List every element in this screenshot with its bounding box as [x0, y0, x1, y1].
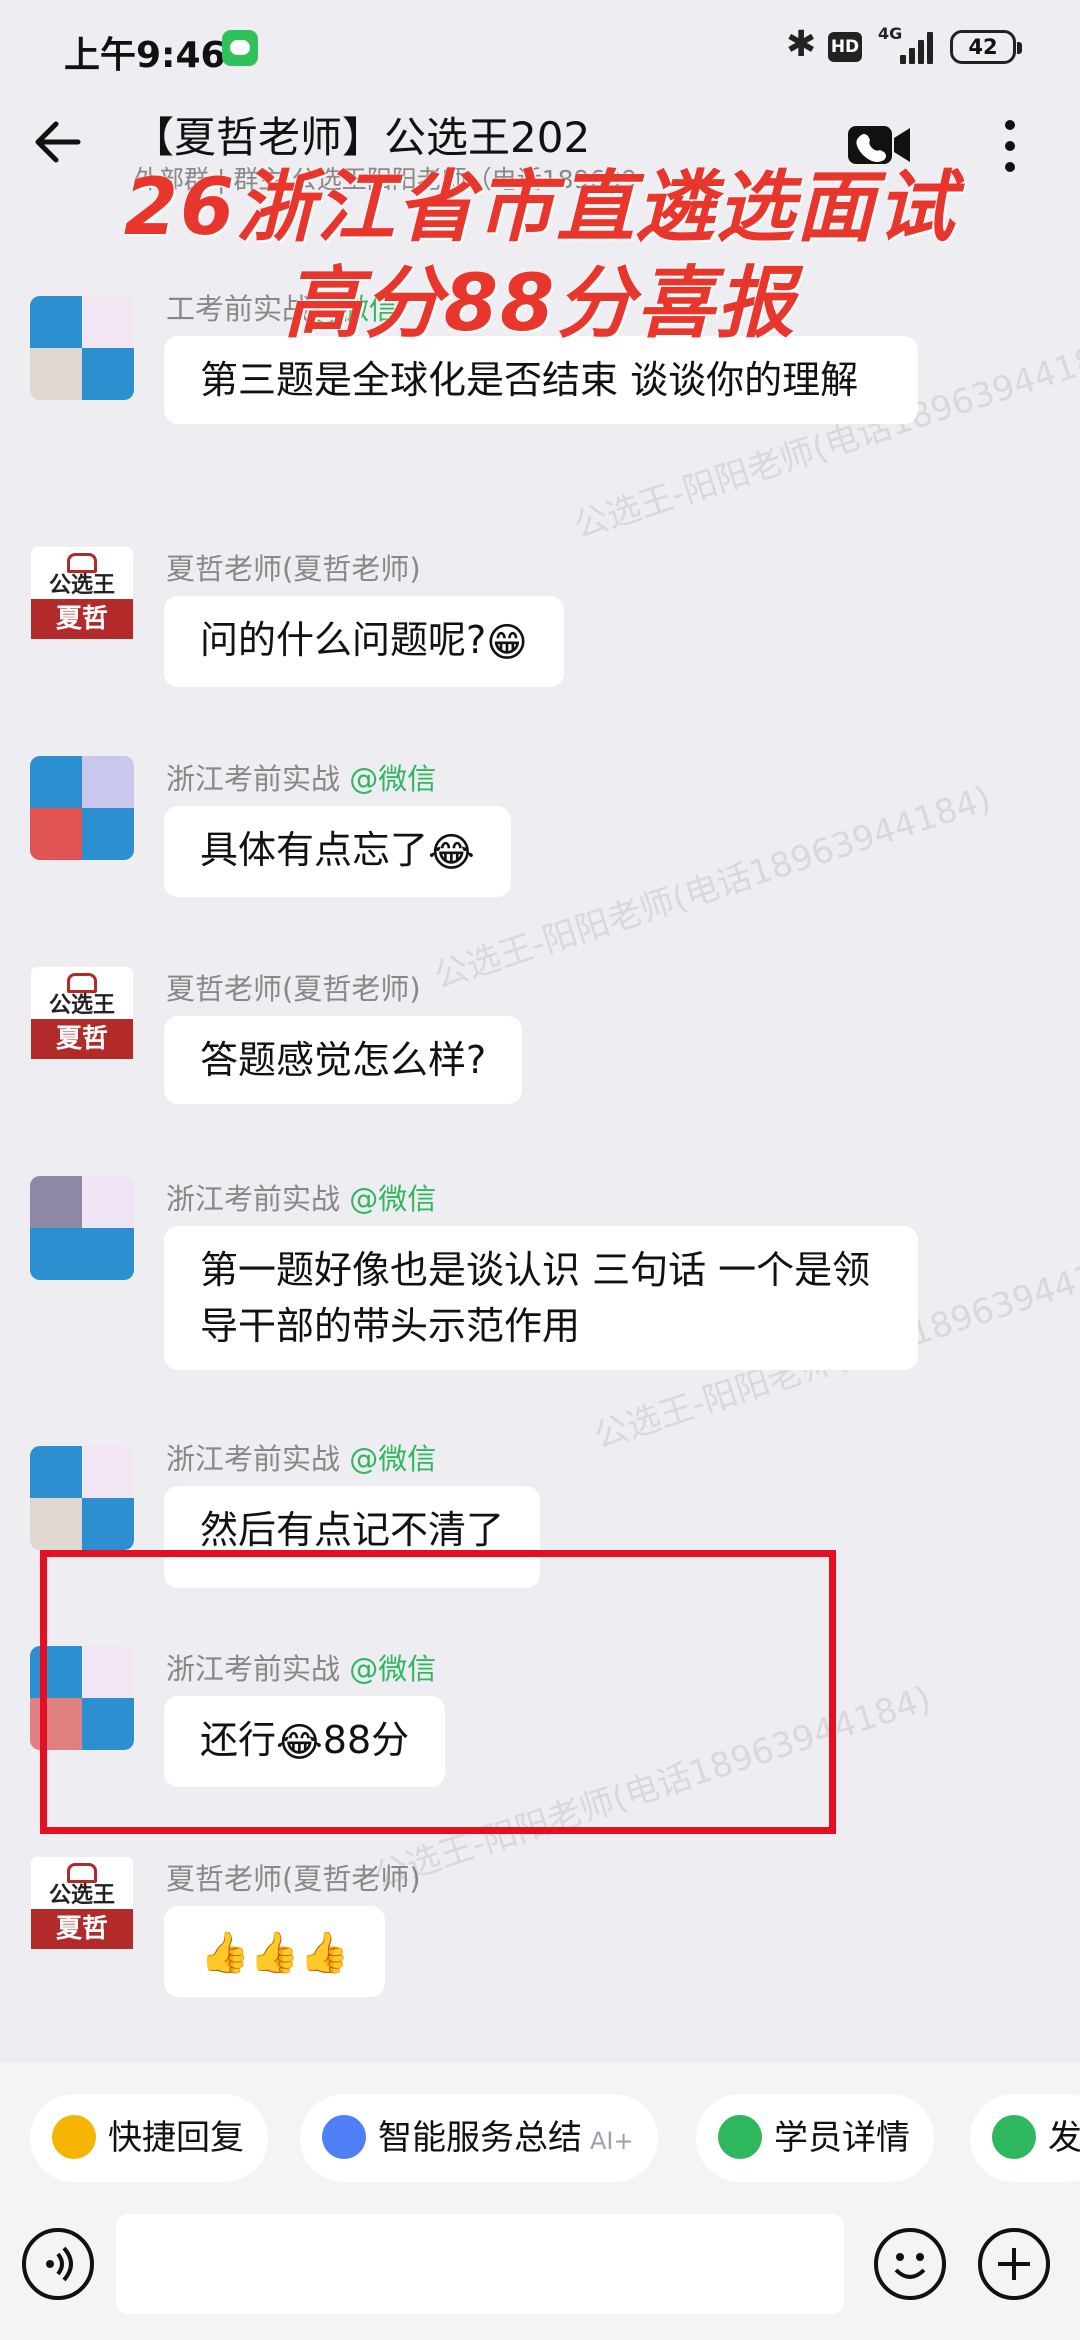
video-call-icon[interactable]	[846, 122, 912, 168]
sender-name: 工考前实战@微信	[166, 292, 399, 326]
sender-name: 夏哲老师(夏哲老师)	[166, 972, 421, 1006]
message-bubble[interactable]: 第三题是全球化是否结束 谈谈你的理解	[164, 336, 918, 424]
more-options-icon[interactable]	[996, 116, 1024, 176]
sender-name: 浙江考前实战 @微信	[166, 1182, 437, 1216]
message-bubble[interactable]: 答题感觉怎么样?	[164, 1016, 523, 1104]
sender-name: 浙江考前实战 @微信	[166, 1652, 437, 1686]
message-bubble[interactable]: 然后有点记不清了	[164, 1486, 541, 1588]
voice-icon[interactable]	[22, 2228, 94, 2300]
sender-name: 浙江考前实战 @微信	[166, 1442, 437, 1476]
network-type: 4G	[878, 24, 903, 43]
avatar[interactable]: 公选王 夏哲	[30, 1856, 134, 1960]
wechat-notification-icon	[222, 30, 258, 66]
send-red-packet-button[interactable]: 发	[970, 2094, 1080, 2182]
quick-reply-icon	[52, 2114, 96, 2159]
watermark: 公选王-阳阳老师(电话18963944184)	[429, 778, 996, 997]
bluetooth-icon: ✱	[786, 24, 817, 65]
status-time: 上午9:46	[64, 35, 226, 76]
message-bubble[interactable]: 问的什么问题呢?😁	[164, 596, 564, 687]
input-bar	[0, 2214, 1080, 2340]
avatar[interactable]	[30, 1646, 134, 1750]
quick-action-bar: 快捷回复 智能服务总结 AI+ 学员详情 发	[0, 2062, 1080, 2214]
sender-name: 夏哲老师(夏哲老师)	[166, 552, 421, 586]
thumbs-up-emoji: 👍👍👍	[200, 1929, 350, 1976]
avatar[interactable]	[30, 756, 134, 860]
message-bubble[interactable]: 第一题好像也是谈认识 三句话 一个是领导干部的带头示范作用	[164, 1226, 918, 1370]
grin-emoji: 😁	[486, 619, 528, 666]
laughing-emoji: 😂	[276, 1719, 323, 1766]
sender-name: 夏哲老师(夏哲老师)	[166, 1862, 421, 1896]
group-title: 【夏哲老师】公选王202	[132, 113, 591, 162]
signal-icon	[900, 30, 936, 64]
avatar[interactable]: 公选王 夏哲	[30, 546, 134, 650]
group-subtitle: 外部群 | 群主:公选王阳阳老师（电话189639	[134, 165, 638, 194]
hd-badge: HD	[828, 32, 862, 62]
avatar[interactable]	[30, 1446, 134, 1550]
avatar[interactable]: 公选王 夏哲	[30, 966, 134, 1070]
status-bar: 上午9:46 ✱ HD 4G 42	[0, 0, 1080, 96]
sender-name: 浙江考前实战 @微信	[166, 762, 437, 796]
plus-icon[interactable]	[978, 2228, 1050, 2300]
message-bubble[interactable]: 还行😂88分	[164, 1696, 446, 1787]
back-arrow-icon[interactable]	[30, 112, 90, 172]
student-details-button[interactable]: 学员详情	[696, 2094, 934, 2182]
smart-summary-button[interactable]: 智能服务总结 AI+	[300, 2094, 658, 2182]
message-bubble[interactable]: 👍👍👍	[164, 1906, 386, 1997]
battery-icon: 42	[950, 30, 1022, 64]
sparkle-icon	[322, 2114, 366, 2159]
watermark: 公选王-阳阳老师(电话18963944184)	[369, 1678, 936, 1897]
highlight-box	[40, 1550, 836, 1834]
message-bubble[interactable]: 具体有点忘了😂	[164, 806, 511, 897]
emoji-icon[interactable]	[874, 2228, 946, 2300]
quick-reply-button[interactable]: 快捷回复	[30, 2094, 268, 2182]
avatar[interactable]	[30, 296, 134, 400]
chat-header: 【夏哲老师】公选王202 外部群 | 群主:公选王阳阳老师（电话189639	[0, 96, 1080, 206]
laughing-emoji: 😂	[428, 829, 475, 876]
yuan-shield-icon	[992, 2114, 1036, 2159]
avatar[interactable]	[30, 1176, 134, 1280]
person-icon	[718, 2114, 762, 2159]
message-input[interactable]	[116, 2214, 844, 2314]
